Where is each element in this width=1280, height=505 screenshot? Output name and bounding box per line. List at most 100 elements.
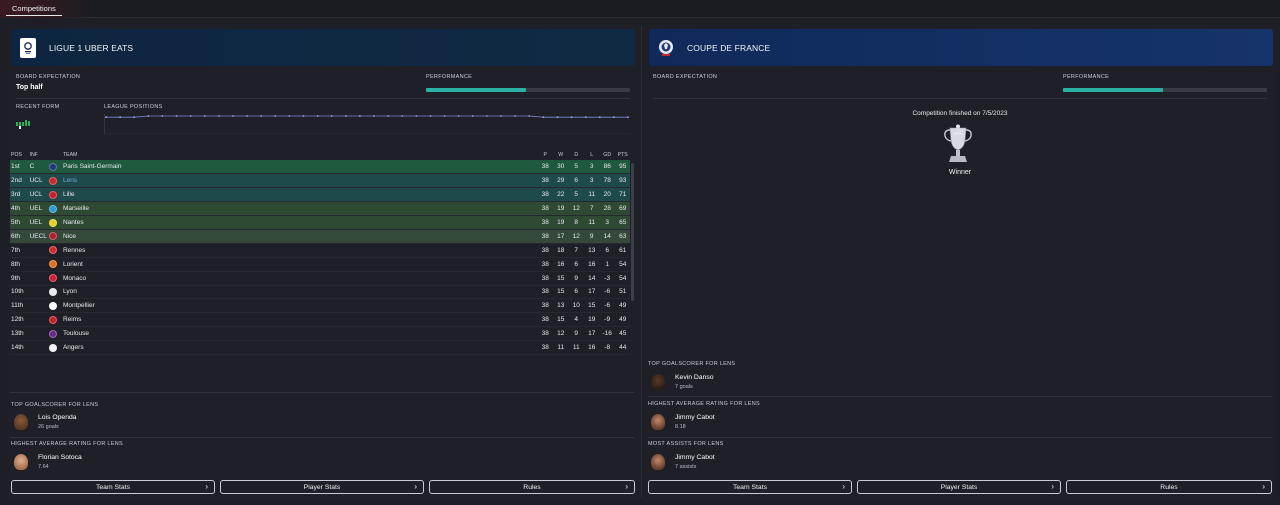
league-position-point bbox=[274, 115, 277, 117]
highest-rating-name[interactable]: Florian Sotoca bbox=[38, 454, 82, 461]
row-team-name[interactable]: Angers bbox=[61, 340, 538, 355]
table-scrollbar[interactable] bbox=[631, 163, 634, 301]
player-avatar[interactable] bbox=[651, 454, 665, 470]
row-team-name[interactable]: Lens bbox=[61, 173, 538, 189]
player-avatar[interactable] bbox=[14, 414, 28, 430]
col-l[interactable]: L bbox=[583, 150, 598, 160]
table-row[interactable]: 5th UEL Nantes 38 19 8 11 3 65 bbox=[10, 215, 630, 230]
top-goalscorer-name[interactable]: Lois Openda bbox=[38, 414, 77, 421]
separator bbox=[648, 396, 1272, 397]
club-crest-icon[interactable] bbox=[48, 329, 57, 338]
club-crest-icon[interactable] bbox=[48, 162, 57, 171]
club-crest-icon[interactable] bbox=[48, 176, 57, 185]
table-row[interactable]: 7th Rennes 38 18 7 13 6 61 bbox=[10, 243, 630, 258]
table-row[interactable]: 3rd UCL Lille 38 22 5 11 20 71 bbox=[10, 187, 630, 203]
col-pos[interactable]: POS bbox=[10, 150, 29, 160]
col-team[interactable]: TEAM bbox=[62, 150, 537, 160]
table-row[interactable]: 14th Angers 38 11 11 16 -8 44 bbox=[10, 340, 630, 355]
table-row[interactable]: 10th Lyon 38 15 6 17 -6 51 bbox=[10, 285, 630, 300]
player-avatar[interactable] bbox=[14, 454, 28, 470]
team-stats-button[interactable]: Team Stats › bbox=[648, 480, 852, 494]
player-avatar[interactable] bbox=[651, 414, 665, 430]
table-row[interactable]: 8th Lorient 38 16 6 16 1 54 bbox=[10, 257, 630, 272]
row-d: 6 bbox=[567, 173, 584, 189]
league-position-point bbox=[189, 115, 192, 117]
row-team-name[interactable]: Paris Saint-Germain bbox=[61, 160, 538, 175]
highest-rating-value: 7.64 bbox=[38, 464, 49, 470]
club-crest-icon[interactable] bbox=[48, 246, 57, 255]
table-row[interactable]: 4th UEL Marseille 38 19 12 7 28 69 bbox=[10, 201, 630, 217]
row-team-name[interactable]: Nantes bbox=[61, 215, 538, 230]
rules-button[interactable]: Rules › bbox=[1066, 480, 1272, 494]
col-p[interactable]: P bbox=[537, 150, 552, 160]
highest-rating-name[interactable]: Jimmy Cabot bbox=[675, 414, 715, 421]
league-positions-label: LEAGUE POSITIONS bbox=[104, 104, 163, 110]
club-crest-icon[interactable] bbox=[48, 274, 57, 283]
table-row[interactable]: 13th Toulouse 38 12 9 17 -16 45 bbox=[10, 326, 630, 342]
table-row[interactable]: 6th UECL Nice 38 17 12 9 14 63 bbox=[10, 229, 630, 244]
col-w[interactable]: W bbox=[553, 150, 568, 160]
row-d: 6 bbox=[567, 257, 584, 272]
row-team-name[interactable]: Montpellier bbox=[61, 298, 538, 314]
ligue1-header[interactable]: LIGUE 1 UBER EATS bbox=[11, 29, 635, 66]
club-crest-icon[interactable] bbox=[48, 315, 57, 324]
player-stats-button[interactable]: Player Stats › bbox=[220, 480, 424, 494]
club-crest-icon[interactable] bbox=[48, 218, 57, 227]
row-team-name[interactable]: Lille bbox=[61, 187, 538, 203]
club-crest-icon[interactable] bbox=[48, 204, 57, 213]
top-goalscorer-label: TOP GOALSCORER FOR LENS bbox=[648, 361, 736, 367]
row-team-name[interactable]: Lorient bbox=[61, 257, 538, 272]
row-team-name[interactable]: Nice bbox=[61, 229, 538, 244]
most-assists-name[interactable]: Jimmy Cabot bbox=[675, 454, 715, 461]
row-team-name[interactable]: Lyon bbox=[61, 285, 538, 300]
table-row[interactable]: 2nd UCL Lens 38 29 6 3 78 93 bbox=[10, 173, 630, 189]
chevron-right-icon: › bbox=[1051, 482, 1054, 491]
club-crest-icon[interactable] bbox=[48, 343, 57, 352]
league-position-point bbox=[514, 115, 516, 117]
row-crest bbox=[47, 201, 62, 217]
table-row[interactable]: 11th Montpellier 38 13 10 15 -6 49 bbox=[10, 298, 630, 314]
col-gd[interactable]: GD bbox=[599, 150, 614, 160]
league-position-point bbox=[316, 115, 319, 117]
row-team-name[interactable]: Monaco bbox=[61, 271, 538, 286]
ligue1-title: LIGUE 1 UBER EATS bbox=[49, 42, 134, 53]
table-row[interactable]: 12th Reims 38 15 4 19 -9 49 bbox=[10, 312, 630, 328]
row-p: 38 bbox=[537, 173, 553, 189]
row-team-name[interactable]: Toulouse bbox=[61, 326, 538, 342]
row-crest bbox=[47, 285, 62, 300]
player-avatar[interactable] bbox=[651, 374, 665, 390]
club-crest-icon[interactable] bbox=[48, 232, 57, 241]
player-stats-button[interactable]: Player Stats › bbox=[857, 480, 1061, 494]
club-crest-icon[interactable] bbox=[48, 301, 57, 310]
club-crest-icon[interactable] bbox=[48, 287, 57, 296]
club-crest-icon[interactable] bbox=[48, 190, 57, 199]
separator bbox=[648, 437, 1272, 438]
club-crest-icon[interactable] bbox=[48, 260, 57, 269]
row-info bbox=[28, 271, 48, 286]
row-gd: 1 bbox=[598, 257, 615, 272]
col-pts[interactable]: PTS bbox=[614, 150, 630, 160]
league-position-point bbox=[528, 115, 531, 117]
player-stats-label: Player Stats bbox=[940, 483, 978, 491]
table-row[interactable]: 9th Monaco 38 15 9 14 -3 54 bbox=[10, 271, 630, 286]
top-goalscorer-name[interactable]: Kevin Danso bbox=[675, 374, 714, 381]
coupe-de-france-header[interactable]: COUPE DE FRANCE bbox=[649, 29, 1273, 66]
row-position: 11th bbox=[10, 298, 29, 314]
row-team-name[interactable]: Marseille bbox=[61, 201, 538, 217]
row-team-name[interactable]: Reims bbox=[61, 312, 538, 328]
col-d[interactable]: D bbox=[568, 150, 583, 160]
col-crest bbox=[48, 150, 62, 160]
row-team-name[interactable]: Rennes bbox=[61, 243, 538, 258]
team-stats-button[interactable]: Team Stats › bbox=[11, 480, 215, 494]
col-inf[interactable]: INF bbox=[29, 150, 48, 160]
table-row[interactable]: 1st C Paris Saint-Germain 38 30 5 3 86 95 bbox=[10, 160, 630, 175]
row-gd: -6 bbox=[598, 285, 615, 300]
row-w: 16 bbox=[552, 257, 568, 272]
row-pts: 49 bbox=[614, 298, 630, 314]
row-crest bbox=[47, 298, 62, 314]
row-l: 7 bbox=[583, 201, 599, 217]
row-pts: 65 bbox=[614, 215, 630, 230]
rules-button[interactable]: Rules › bbox=[429, 480, 635, 494]
tab-competitions[interactable]: Competitions bbox=[6, 2, 62, 16]
league-position-point bbox=[218, 115, 220, 117]
